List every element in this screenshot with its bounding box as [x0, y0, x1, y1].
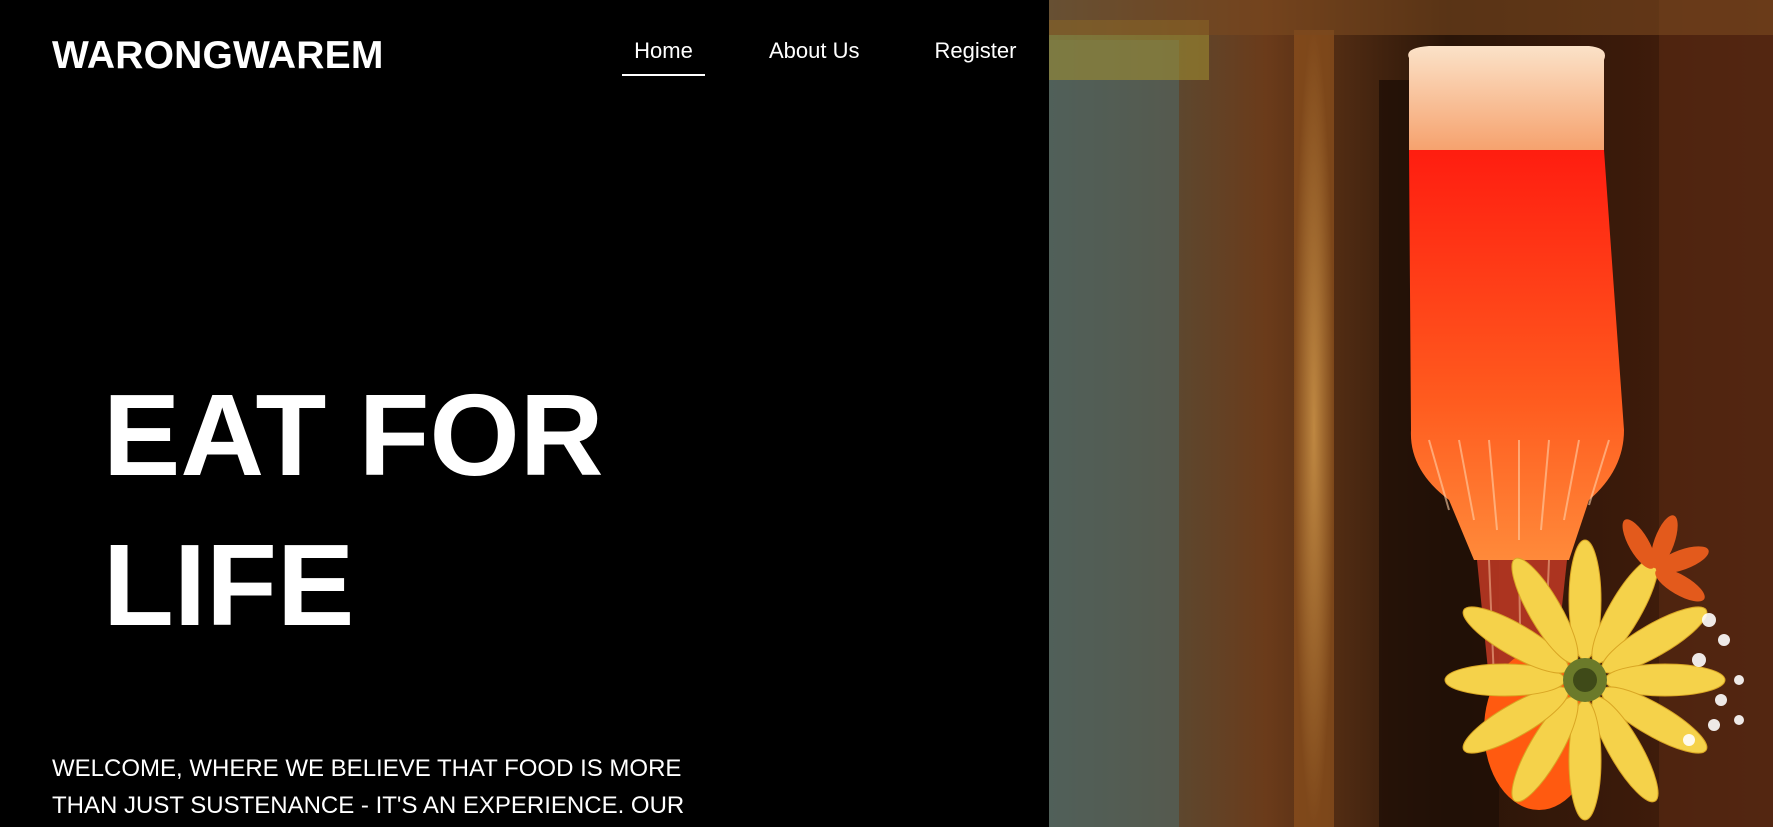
- nav-about-us-link[interactable]: About Us: [769, 38, 860, 74]
- nav-home-link[interactable]: Home: [622, 38, 705, 76]
- hero-panel: WARONGWAREM Home About Us Register EAT F…: [0, 0, 1049, 827]
- page: WARONGWAREM Home About Us Register EAT F…: [0, 0, 1773, 827]
- brand-logo[interactable]: WARONGWAREM: [52, 34, 384, 78]
- hero-title-line-1: EAT FOR: [103, 370, 604, 500]
- nav-register-link[interactable]: Register: [935, 38, 1017, 74]
- hero-title: EAT FOR LIFE: [103, 360, 603, 660]
- cocktail-illustration: [1049, 0, 1773, 827]
- hero-image: [1049, 0, 1773, 827]
- main-nav: Home About Us Register: [622, 38, 1016, 76]
- welcome-paragraph: WELCOME, WHERE WE BELIEVE THAT FOOD IS M…: [52, 755, 685, 819]
- hero-title-line-2: LIFE: [103, 520, 355, 650]
